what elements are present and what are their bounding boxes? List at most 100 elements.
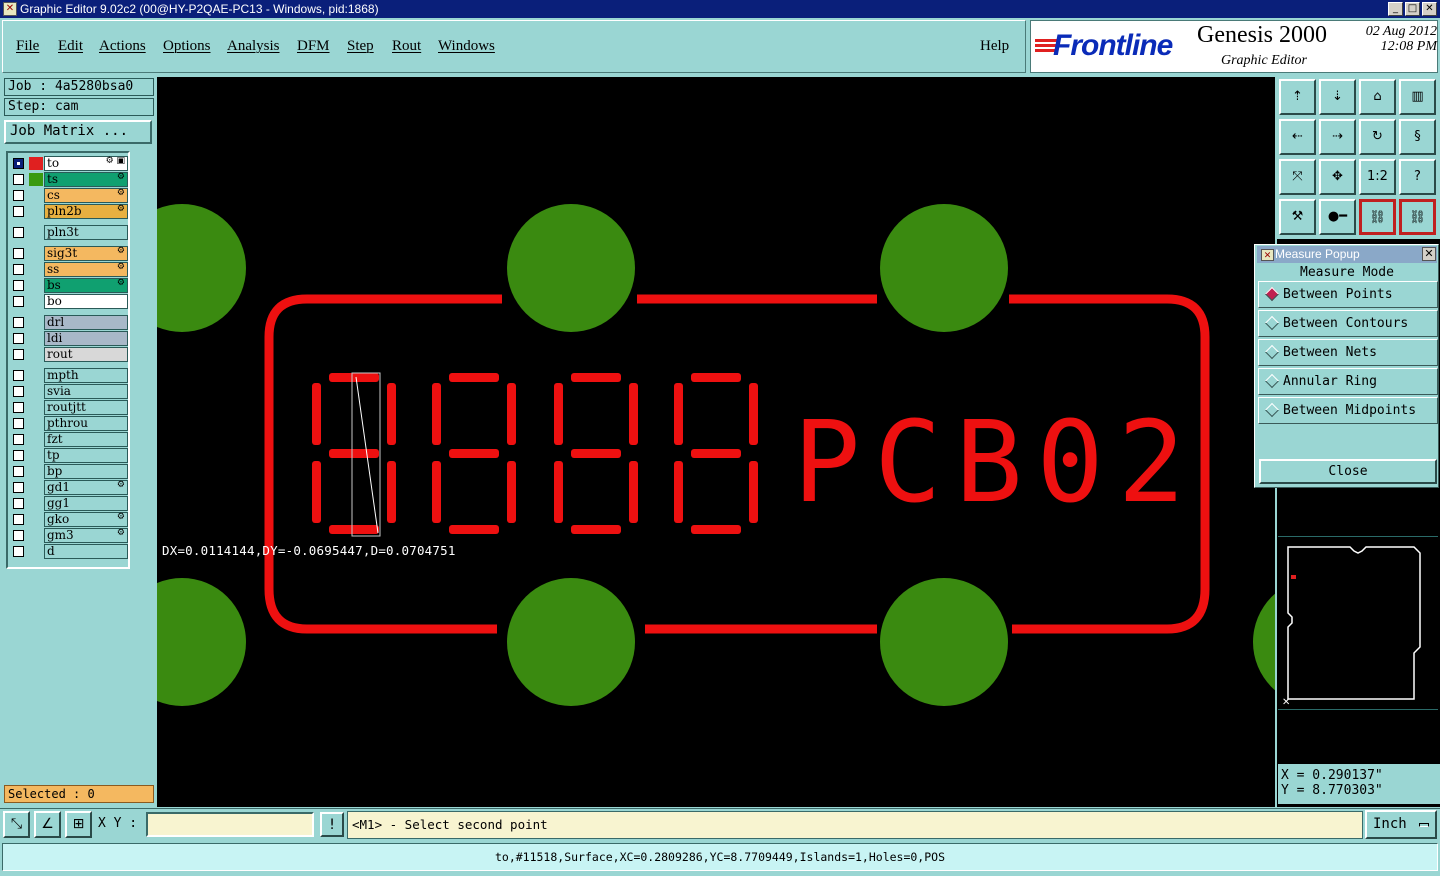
layer-checkbox[interactable] — [13, 434, 24, 445]
layer-name[interactable]: bs — [44, 278, 128, 293]
layer-checkbox[interactable] — [13, 482, 24, 493]
rotate-icon[interactable]: ↻ — [1359, 119, 1396, 155]
layer-row-cs[interactable]: cs ⚙ — [10, 188, 128, 203]
layer-row-gg1[interactable]: gg1 — [10, 496, 128, 511]
popup-close-button[interactable]: Close — [1259, 459, 1437, 484]
layer-name[interactable]: d — [44, 544, 128, 559]
layer-name[interactable]: svia — [44, 384, 128, 399]
layer-checkbox[interactable] — [13, 296, 24, 307]
menu-edit[interactable]: Edit — [58, 38, 83, 55]
close-window-button[interactable]: ✕ — [1422, 2, 1437, 16]
layer-row-to[interactable]: to ⚙ ▣ — [10, 156, 128, 171]
layer-name[interactable]: mpth — [44, 368, 128, 383]
layer-row-gm3[interactable]: gm3 ⚙ — [10, 528, 128, 543]
help-icon[interactable]: ? — [1399, 159, 1436, 195]
layer-row-sig3t[interactable]: sig3t ⚙ — [10, 246, 128, 261]
layer-checkbox[interactable] — [13, 158, 24, 169]
layer-row-pln2b[interactable]: pln2b ⚙ — [10, 204, 128, 219]
layer-name[interactable]: pln3t — [44, 225, 128, 240]
layer-name[interactable]: sig3t — [44, 246, 128, 261]
layer-checkbox[interactable] — [13, 264, 24, 275]
layer-checkbox[interactable] — [13, 418, 24, 429]
layer-nets-alt-icon[interactable]: ⛓ — [1399, 199, 1436, 235]
layer-checkbox[interactable] — [13, 333, 24, 344]
layer-name[interactable]: bp — [44, 464, 128, 479]
net-point-icon[interactable]: ●━ — [1319, 199, 1356, 235]
layer-checkbox[interactable] — [13, 190, 24, 201]
center-icon[interactable]: ✥ — [1319, 159, 1356, 195]
job-matrix-button[interactable]: Job Matrix ... — [4, 120, 152, 144]
maximize-button[interactable]: □ — [1405, 2, 1420, 16]
layer-name[interactable]: tp — [44, 448, 128, 463]
layer-checkbox[interactable] — [13, 349, 24, 360]
snap-grid-icon[interactable]: ⊞ — [65, 811, 92, 838]
layer-row-d[interactable]: d — [10, 544, 128, 559]
measure-option-between-contours[interactable]: Between Contours — [1258, 310, 1438, 337]
menu-actions[interactable]: Actions — [99, 38, 146, 55]
window-split-icon[interactable]: ▥ — [1399, 79, 1436, 115]
layer-checkbox[interactable] — [13, 174, 24, 185]
menu-dfm[interactable]: DFM — [297, 38, 330, 55]
home-icon[interactable]: ⌂ — [1359, 79, 1396, 115]
layer-name[interactable]: bo — [44, 294, 128, 309]
board-overview[interactable]: ✕ — [1278, 536, 1438, 710]
layer-row-gko[interactable]: gko ⚙ — [10, 512, 128, 527]
layer-row-ts[interactable]: ts ⚙ — [10, 172, 128, 187]
layer-checkbox[interactable] — [13, 317, 24, 328]
layer-nets-icon[interactable]: ⛓ — [1359, 199, 1396, 235]
measure-option-between-points[interactable]: Between Points — [1258, 281, 1438, 308]
ruler-tools-icon[interactable]: ⚒ — [1279, 199, 1316, 235]
xy-input[interactable] — [146, 812, 314, 837]
menu-options[interactable]: Options — [163, 38, 211, 55]
layer-row-routjtt[interactable]: routjtt — [10, 400, 128, 415]
measure-option-between-nets[interactable]: Between Nets — [1258, 339, 1438, 366]
layer-row-svia[interactable]: svia — [10, 384, 128, 399]
menu-windows[interactable]: Windows — [438, 38, 495, 55]
layer-row-bs[interactable]: bs ⚙ — [10, 278, 128, 293]
layer-checkbox[interactable] — [13, 498, 24, 509]
move-down-icon[interactable]: ⇣ — [1319, 79, 1356, 115]
layer-row-ss[interactable]: ss ⚙ — [10, 262, 128, 277]
layer-checkbox[interactable] — [13, 402, 24, 413]
scale-icon[interactable]: 1:2 — [1359, 159, 1396, 195]
move-up-icon[interactable]: ⇡ — [1279, 79, 1316, 115]
layer-row-ldi[interactable]: ldi — [10, 331, 128, 346]
board-drawing[interactable]: PCB02 — [157, 77, 1275, 807]
layer-checkbox[interactable] — [13, 370, 24, 381]
layer-name[interactable]: cs — [44, 188, 128, 203]
layer-row-pln3t[interactable]: pln3t — [10, 225, 128, 240]
layer-name[interactable]: pln2b — [44, 204, 128, 219]
layer-row-bp[interactable]: bp — [10, 464, 128, 479]
layer-row-bo[interactable]: bo — [10, 294, 128, 309]
layer-row-mpth[interactable]: mpth — [10, 368, 128, 383]
menu-rout[interactable]: Rout — [392, 38, 421, 55]
layer-name[interactable]: fzt — [44, 432, 128, 447]
layer-name[interactable]: ts — [44, 172, 128, 187]
menu-analysis[interactable]: Analysis — [227, 38, 280, 55]
layer-checkbox[interactable] — [13, 248, 24, 259]
snap-angle-icon[interactable]: ∠ — [34, 811, 61, 838]
layer-name[interactable]: rout — [44, 347, 128, 362]
layer-name[interactable]: ldi — [44, 331, 128, 346]
layer-name[interactable]: drl — [44, 315, 128, 330]
layer-row-gd1[interactable]: gd1 ⚙ — [10, 480, 128, 495]
move-right-icon[interactable]: ⇢ — [1319, 119, 1356, 155]
menu-step[interactable]: Step — [347, 38, 374, 55]
layer-checkbox[interactable] — [13, 206, 24, 217]
layer-checkbox[interactable] — [13, 227, 24, 238]
layer-checkbox[interactable] — [13, 546, 24, 557]
popup-close-icon[interactable]: ✕ — [1422, 247, 1436, 261]
layer-name[interactable]: ss — [44, 262, 128, 277]
unit-selector[interactable]: Inch — [1365, 810, 1437, 839]
snap-corner-icon[interactable]: ⤡ — [3, 811, 30, 838]
layer-row-drl[interactable]: drl — [10, 315, 128, 330]
layer-row-fzt[interactable]: fzt — [10, 432, 128, 447]
layer-checkbox[interactable] — [13, 386, 24, 397]
layer-name[interactable]: routjtt — [44, 400, 128, 415]
layer-row-tp[interactable]: tp — [10, 448, 128, 463]
layer-checkbox[interactable] — [13, 514, 24, 525]
menu-help[interactable]: Help — [980, 38, 1009, 55]
graphic-canvas[interactable]: PCB02 DX=0.0114144,DY=-0.0695447,D=0.070… — [157, 77, 1275, 807]
layer-row-rout[interactable]: rout — [10, 347, 128, 362]
layer-name[interactable]: gko — [44, 512, 128, 527]
